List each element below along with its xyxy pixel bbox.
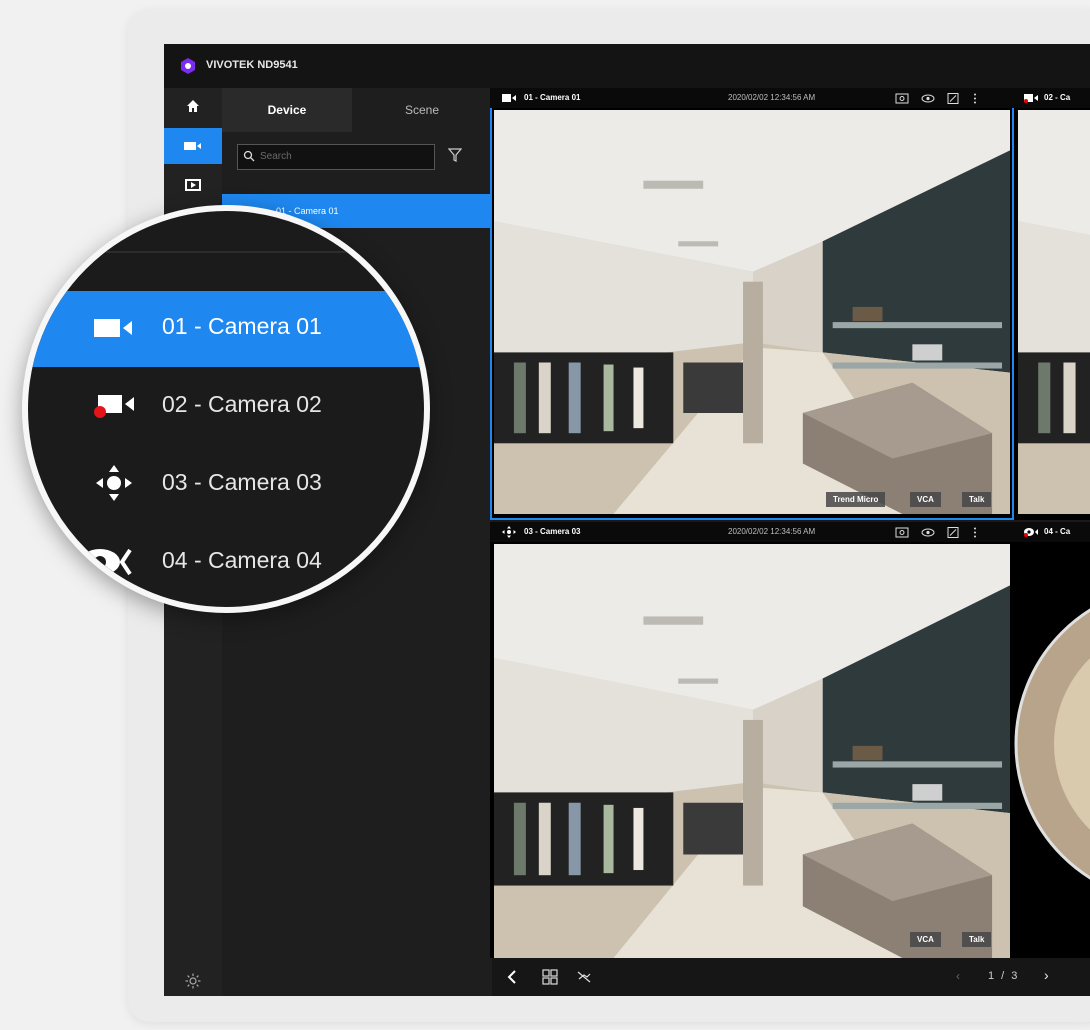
camera-list-label: 04 - Camera 04 [162, 547, 322, 573]
magnifier-callout: 01 - Camera 01 02 - Camera 02 03 - Camer… [22, 205, 430, 613]
camera-list-label: 01 - Camera 01 [162, 313, 322, 339]
search-placeholder: Search [260, 151, 292, 162]
back-chevron-icon[interactable] [506, 969, 518, 985]
page-indicator: 1 / 3 [988, 970, 1020, 982]
eye-icon[interactable] [921, 94, 935, 103]
fisheye-camera-icon [1024, 528, 1038, 537]
ptz-camera-icon [502, 526, 516, 538]
vivotek-logo-icon [181, 58, 195, 74]
search-input[interactable]: Search [237, 144, 435, 170]
home-icon [187, 100, 199, 112]
tile-header: 03 - Camera 03 2020/02/02 12:34:56 AM [490, 522, 1014, 542]
tile-title: 02 - Ca [1044, 93, 1071, 102]
tile-header: 04 - Ca [1014, 522, 1090, 542]
camera-tile[interactable]: 03 - Camera 03 2020/02/02 12:34:56 AM VC… [490, 522, 1014, 958]
eye-icon[interactable] [921, 528, 935, 537]
camera-recording-icon [94, 395, 134, 418]
camera-feed-store [494, 110, 1010, 514]
camera-list-item[interactable]: 02 - Camera 02 [28, 369, 424, 445]
nav-liveview[interactable] [164, 128, 222, 164]
camera-recording-icon [1024, 94, 1038, 103]
camera-feed-store [1018, 110, 1090, 514]
camera-tile[interactable]: 02 - Ca [1014, 88, 1090, 520]
fisheye-camera-feed [1014, 608, 1090, 880]
ptz-camera-icon [96, 465, 132, 501]
title-bar: VIVOTEK ND9541 [164, 44, 1090, 88]
app-title: VIVOTEK ND9541 [206, 59, 298, 71]
camera-list-label: 02 - Camera 02 [162, 391, 322, 417]
tile-toolbar [895, 527, 976, 538]
camera-icon [94, 319, 132, 337]
tab-device[interactable]: Device [222, 88, 352, 132]
settings-sun-icon [185, 973, 201, 989]
filter-icon[interactable] [448, 148, 462, 162]
tile-timestamp: 2020/02/02 12:34:56 AM [728, 93, 816, 102]
more-vertical-icon[interactable] [974, 527, 976, 538]
camera-list-item[interactable]: 04 - Camera 04 [28, 525, 424, 601]
search-icon [243, 150, 255, 162]
snapshot-icon[interactable] [895, 93, 909, 104]
tile-header: 01 - Camera 01 2020/02/02 12:34:56 AM [490, 88, 1014, 108]
camera-icon [502, 94, 516, 102]
camera-list-label: 03 - Camera 03 [162, 469, 322, 495]
snapshot-icon[interactable] [895, 527, 909, 538]
bottom-toolbar: ‹ 1 / 3 › [492, 958, 1090, 996]
talk-chip[interactable]: Talk [962, 492, 992, 507]
camera-list-item[interactable]: 03 - Camera 03 [28, 447, 424, 523]
tile-title: 04 - Ca [1044, 527, 1071, 536]
fullscreen-icon[interactable] [947, 527, 959, 538]
divider [28, 251, 424, 253]
camera-feed-store [494, 544, 1010, 958]
trend-micro-chip[interactable]: Trend Micro [826, 492, 886, 507]
camera-tile[interactable]: 04 - Ca [1014, 522, 1090, 958]
camera-icon [184, 142, 201, 150]
tile-toolbar [895, 93, 976, 104]
vca-chip[interactable]: VCA [910, 492, 941, 507]
nav-settings[interactable] [164, 966, 222, 996]
prev-page-icon[interactable]: ‹ [956, 969, 960, 983]
nav-home[interactable] [164, 88, 222, 124]
disable-icon[interactable] [576, 969, 592, 985]
camera-tile[interactable]: 01 - Camera 01 2020/02/02 12:34:56 AM Tr… [490, 88, 1014, 520]
camera-list-item[interactable]: 01 - Camera 01 [28, 291, 424, 367]
next-page-icon[interactable]: › [1044, 967, 1049, 983]
tile-title: 01 - Camera 01 [524, 93, 581, 102]
tile-title: 03 - Camera 03 [524, 527, 581, 536]
more-vertical-icon[interactable] [974, 93, 976, 104]
fisheye-camera-icon [80, 548, 132, 576]
talk-chip[interactable]: Talk [962, 932, 992, 947]
playback-icon [185, 179, 201, 191]
vca-chip[interactable]: VCA [910, 932, 941, 947]
fullscreen-icon[interactable] [947, 93, 959, 104]
tile-timestamp: 2020/02/02 12:34:56 AM [728, 527, 816, 536]
tab-scene[interactable]: Scene [352, 88, 492, 132]
tile-header: 02 - Ca [1014, 88, 1090, 108]
nav-playback[interactable] [164, 168, 222, 204]
grid-layout-icon[interactable] [542, 969, 558, 985]
